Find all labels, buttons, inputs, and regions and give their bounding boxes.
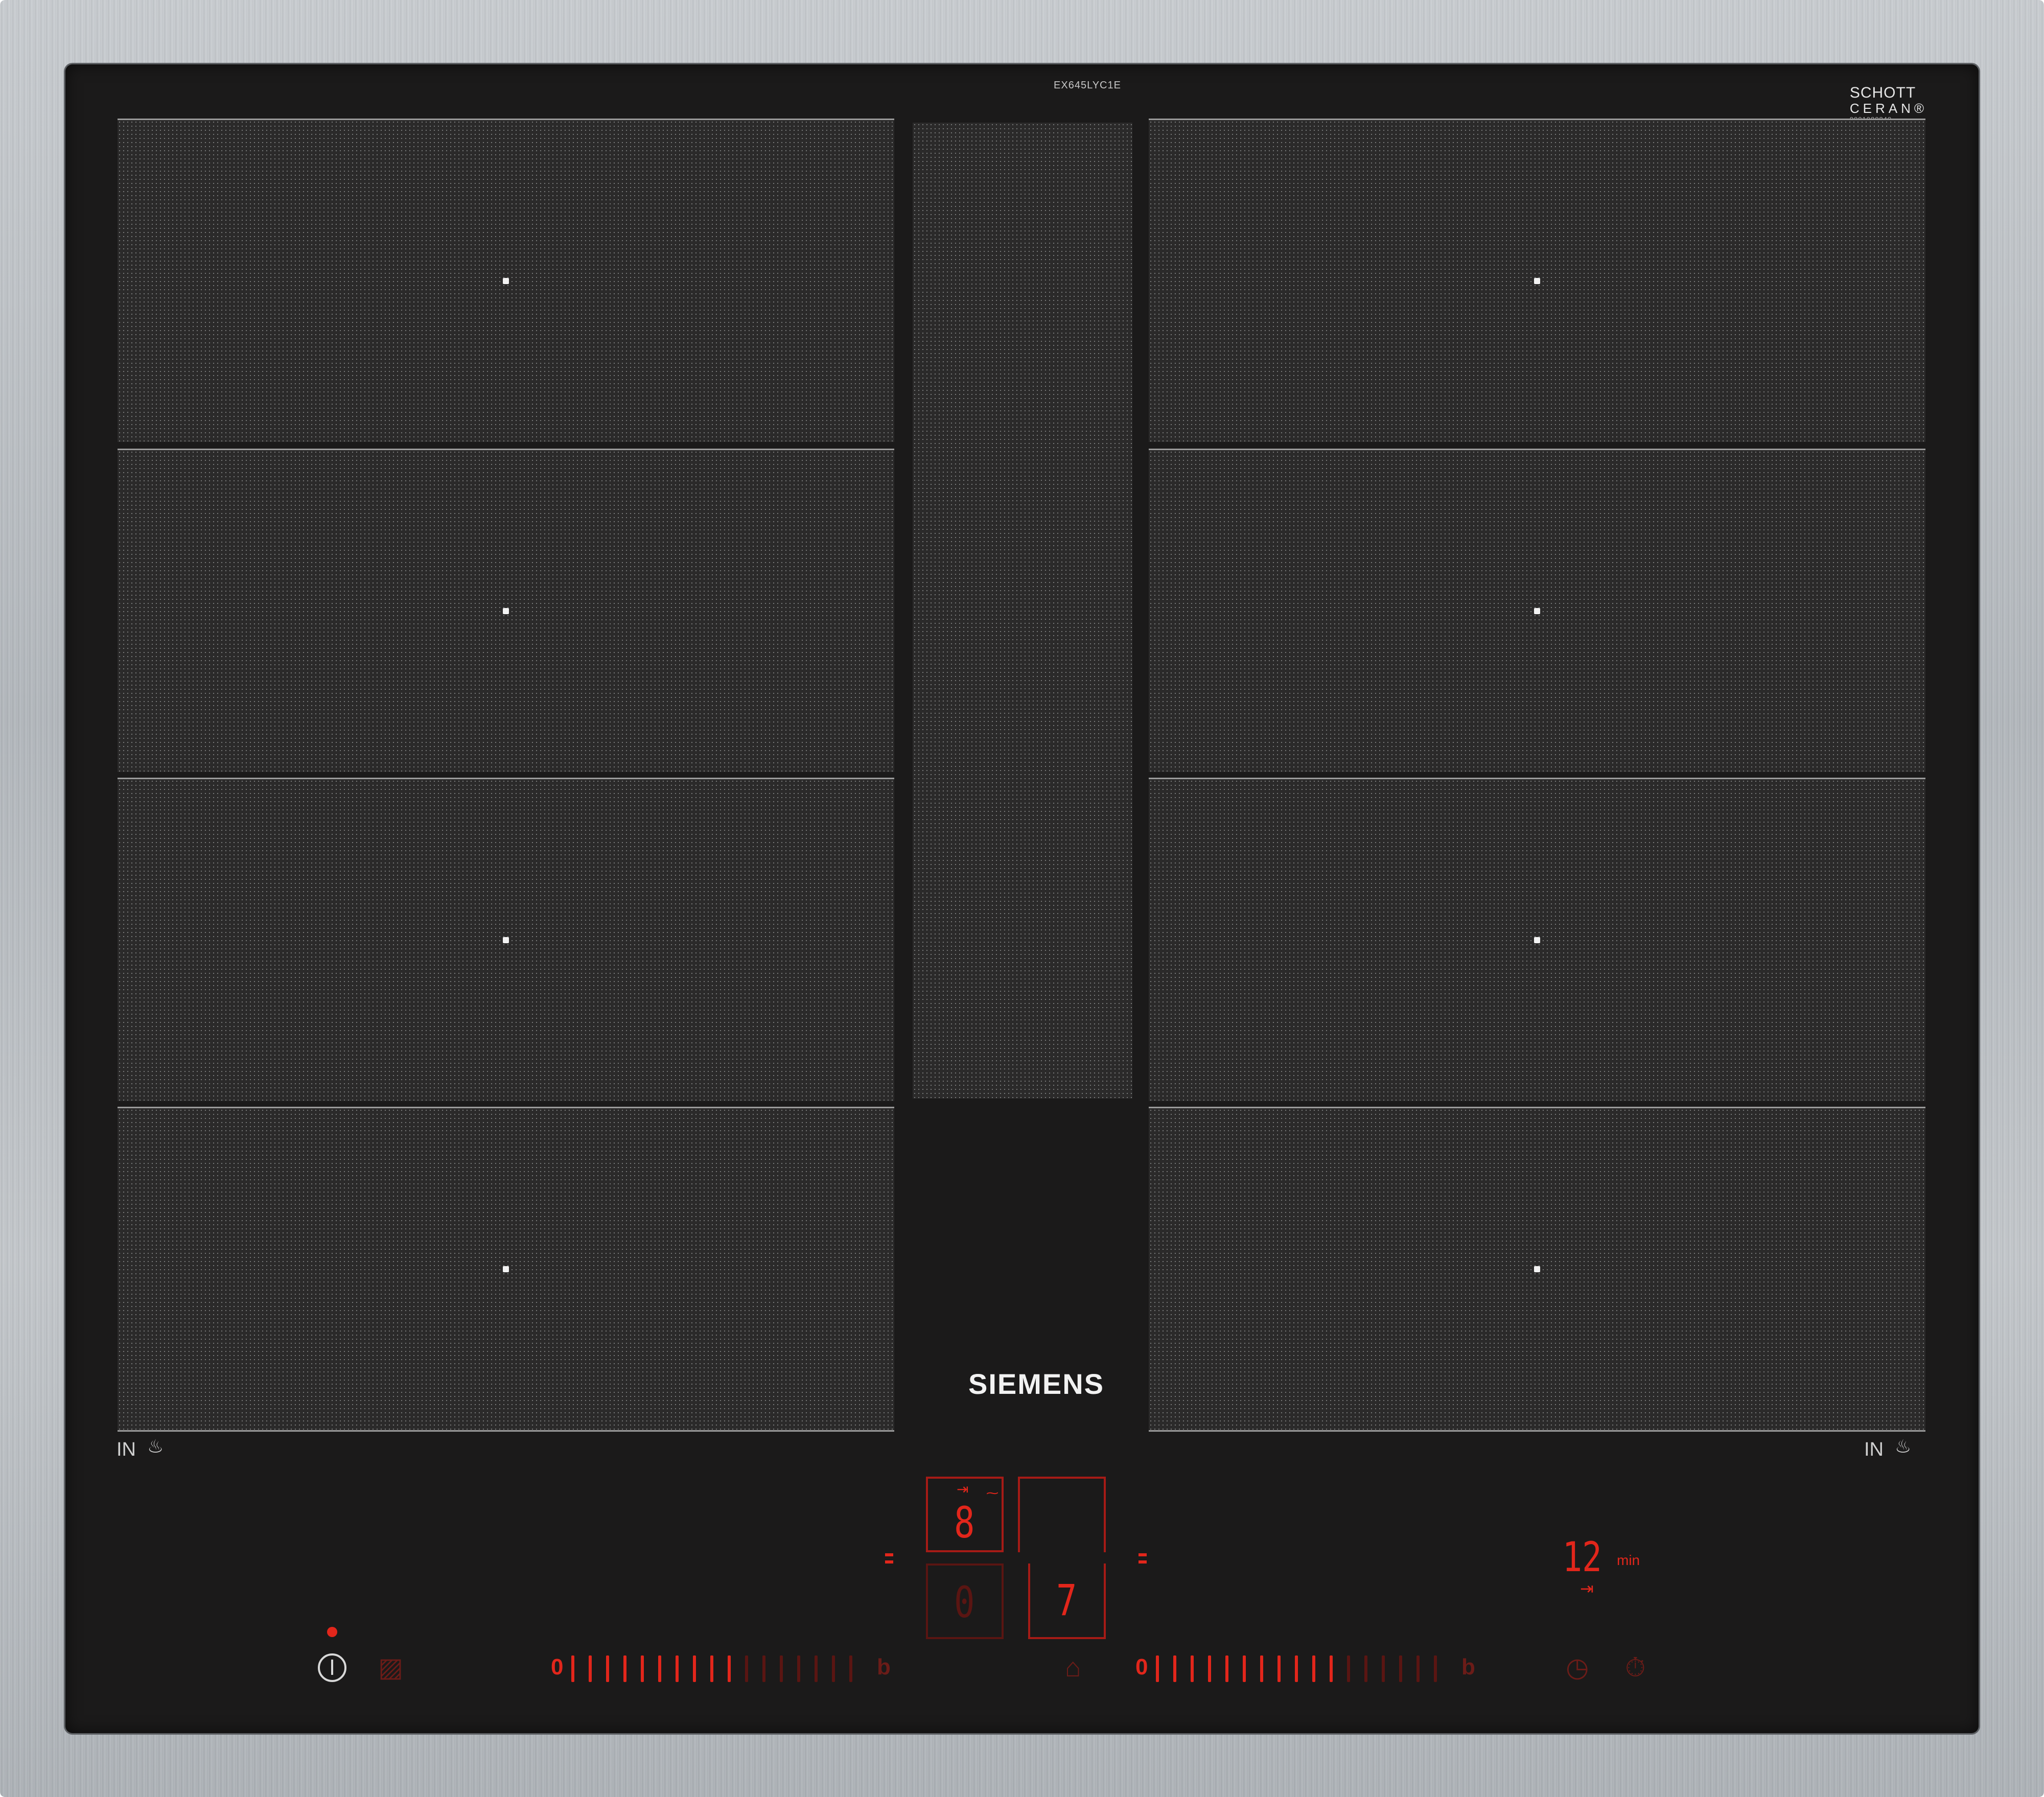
zone-display-bottom-right[interactable]: 7 (1028, 1563, 1106, 1639)
brand-logo: SIEMENS (968, 1368, 1105, 1400)
slider-tick[interactable] (1295, 1655, 1298, 1682)
slider-tick[interactable] (1173, 1655, 1176, 1682)
slider-tick[interactable] (1156, 1655, 1159, 1682)
slider-tick[interactable] (1330, 1655, 1333, 1682)
clock-icon[interactable]: ◷ (1566, 1654, 1589, 1681)
slider-tick[interactable] (1347, 1655, 1350, 1682)
pan-icon: ♨︎ (147, 1436, 164, 1457)
slider-end-label: b (877, 1654, 891, 1679)
slider-tick[interactable] (1278, 1655, 1281, 1682)
slider-tick[interactable] (623, 1655, 626, 1682)
wipe-protection-icon[interactable]: ▨ (378, 1654, 403, 1681)
slider-tick[interactable] (1312, 1655, 1315, 1682)
slider-tick[interactable] (1434, 1655, 1437, 1682)
schott-logo-line1: SCHOTT (1849, 84, 1916, 101)
zone-display-top-left[interactable]: ⇥ ⁓ 8 (926, 1477, 1004, 1552)
slider-tick[interactable] (815, 1655, 818, 1682)
wave-icon: ⁓ (986, 1486, 998, 1500)
ceramic-glass-surface: EX645LYC1E SCHOTT CERAN® 9001080840 (65, 64, 1979, 1733)
zone-center-marker (503, 608, 509, 614)
slider-tick[interactable] (693, 1655, 696, 1682)
slider-tick[interactable] (797, 1655, 800, 1682)
slider-tick[interactable] (606, 1655, 609, 1682)
slider-tick[interactable] (1208, 1655, 1211, 1682)
slider-tick[interactable] (849, 1655, 852, 1682)
zone-selector-right[interactable] (1139, 1548, 1147, 1569)
zone-center-marker (503, 1266, 509, 1272)
slider-tick[interactable] (641, 1655, 644, 1682)
zone-display-bottom-left[interactable]: 0 (926, 1563, 1004, 1639)
slider-tick[interactable] (745, 1655, 748, 1682)
zone-display-top-right[interactable] (1018, 1477, 1106, 1552)
cooking-zone-right-1[interactable] (1149, 119, 1925, 442)
zone-center-marker (1534, 937, 1540, 943)
slider-tick[interactable] (762, 1655, 765, 1682)
slider-tick[interactable] (1191, 1655, 1194, 1682)
slider-tick[interactable] (728, 1655, 731, 1682)
zone-center-marker (1534, 1266, 1540, 1272)
slider-tick[interactable] (1260, 1655, 1263, 1682)
cooking-zone-left-3[interactable] (118, 778, 894, 1101)
power-icon[interactable] (318, 1653, 346, 1682)
slider-end-label: b (1461, 1654, 1475, 1679)
zone-center-marker (1534, 608, 1540, 614)
keep-warm-icon[interactable]: ⌂ (1065, 1654, 1081, 1681)
slider-tick[interactable] (1364, 1655, 1367, 1682)
stopwatch-icon[interactable]: ⏱︎ (1625, 1654, 1646, 1681)
timer-icon: ⇥ (957, 1481, 969, 1497)
slider-start-label: 0 (1135, 1654, 1148, 1679)
schott-logo-line2: CERAN® (1849, 101, 1927, 116)
slider-tick[interactable] (1399, 1655, 1402, 1682)
cooking-zone-right-2[interactable] (1149, 449, 1925, 772)
timer-unit: min (1617, 1552, 1640, 1568)
slider-tick[interactable] (658, 1655, 661, 1682)
in-label-right: IN (1864, 1439, 1884, 1460)
schott-ceran-logo: SCHOTT CERAN® 9001080840 (1849, 84, 1927, 124)
power-level-digit: 7 (1056, 1575, 1077, 1625)
power-slider-right[interactable]: 0 b (1135, 1653, 1483, 1684)
zone-selector-left[interactable] (885, 1548, 893, 1569)
zone-center-marker (503, 937, 509, 943)
slider-start-label: 0 (551, 1654, 564, 1679)
power-indicator-dot (327, 1627, 337, 1637)
slider-tick[interactable] (832, 1655, 835, 1682)
slider-tick[interactable] (780, 1655, 783, 1682)
power-slider-left[interactable]: 0 b (551, 1653, 898, 1684)
pan-icon: ♨︎ (1895, 1436, 1912, 1457)
slider-tick[interactable] (676, 1655, 679, 1682)
model-code: EX645LYC1E (1054, 80, 1121, 91)
power-level-digit: 8 (954, 1498, 975, 1548)
stainless-steel-frame: EX645LYC1E SCHOTT CERAN® 9001080840 (0, 0, 2044, 1797)
slider-tick[interactable] (1382, 1655, 1385, 1682)
slider-tick[interactable] (1416, 1655, 1420, 1682)
cooking-zone-left-2[interactable] (118, 449, 894, 772)
cooking-zone-left-4[interactable] (118, 1107, 894, 1432)
in-label-left: IN (117, 1439, 136, 1460)
power-level-digit: 0 (954, 1577, 975, 1627)
timer-icon: ⇥ (1580, 1579, 1594, 1598)
slider-tick[interactable] (710, 1655, 713, 1682)
timer-value: 12 (1562, 1533, 1602, 1581)
cooking-zone-right-4[interactable] (1149, 1107, 1925, 1432)
slider-tick[interactable] (1225, 1655, 1228, 1682)
slider-tick[interactable] (571, 1655, 574, 1682)
cooking-zone-right-3[interactable] (1149, 778, 1925, 1101)
cooking-zone-left-1[interactable] (118, 119, 894, 442)
zone-center-marker (1534, 278, 1540, 284)
slider-tick[interactable] (589, 1655, 592, 1682)
zone-center-marker (503, 278, 509, 284)
center-dotted-strip (913, 123, 1132, 1099)
slider-tick[interactable] (1243, 1655, 1246, 1682)
